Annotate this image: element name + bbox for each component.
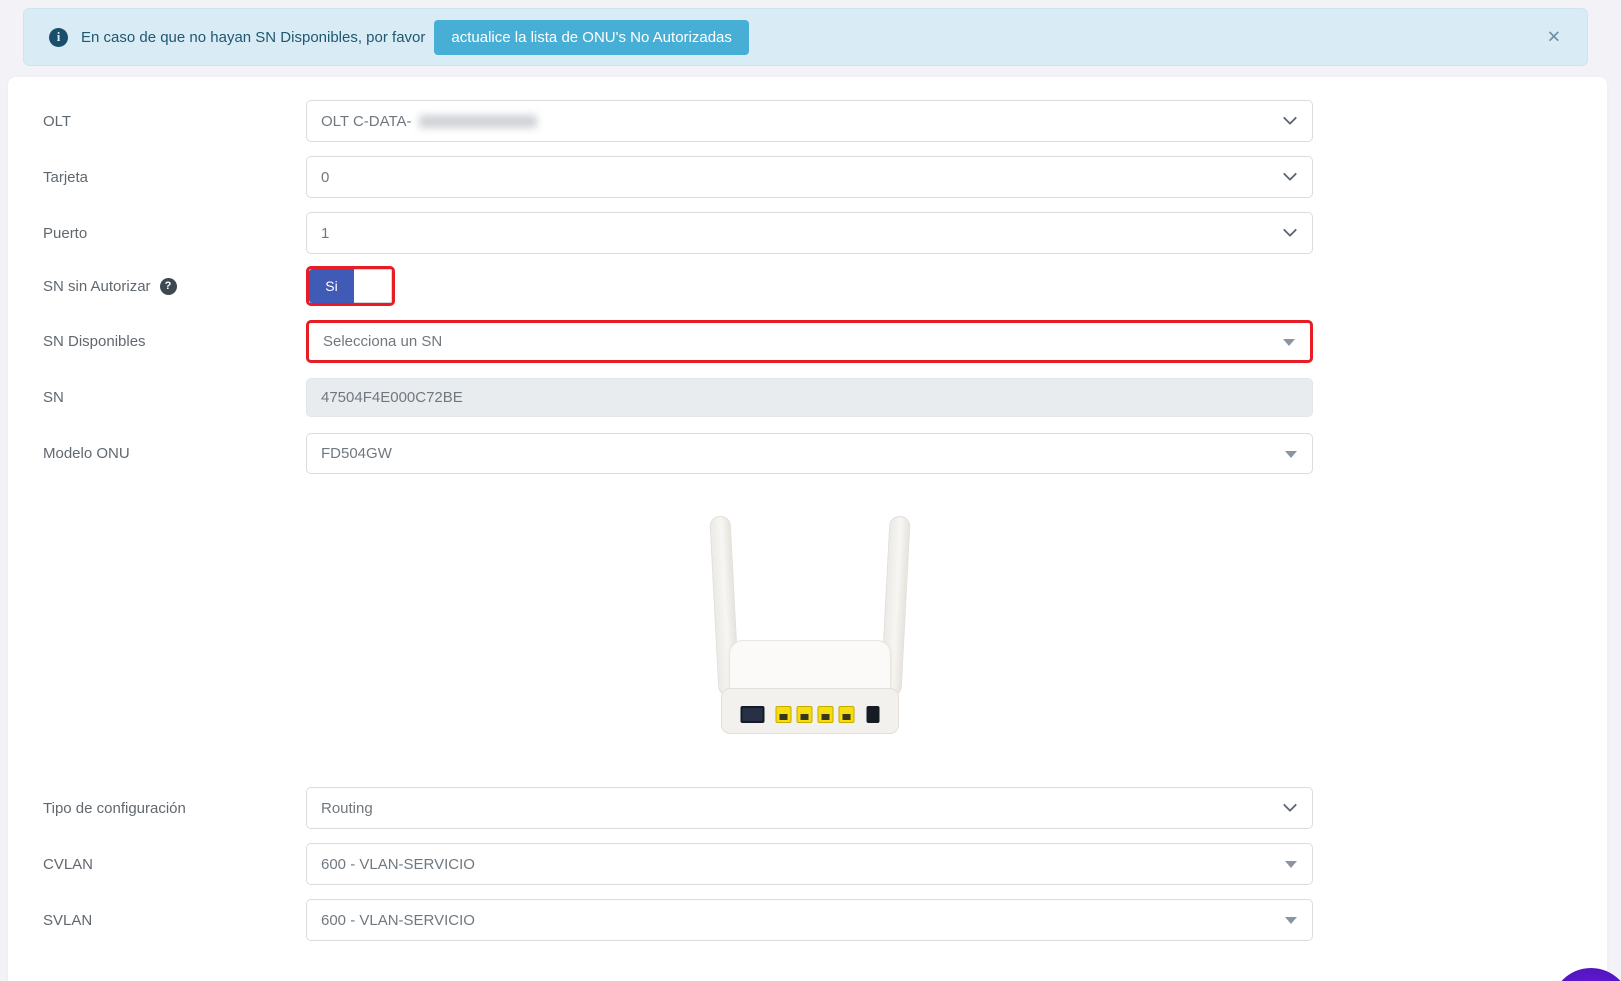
chevron-down-icon [1283, 167, 1297, 181]
router-base [721, 688, 899, 734]
svlan-value: 600 - VLAN-SERVICIO [321, 912, 475, 929]
dropdown-arrow-icon [1285, 917, 1297, 924]
puerto-select-value: 1 [321, 225, 329, 242]
form-row-sn: SN 47504F4E000C72BE [8, 378, 1607, 417]
field-label-sn-disponibles: SN Disponibles [43, 320, 146, 363]
redacted-blurred-text [419, 115, 537, 128]
svlan-select[interactable]: 600 - VLAN-SERVICIO [306, 899, 1313, 941]
help-question-icon[interactable]: ? [160, 278, 177, 295]
power-port [867, 706, 880, 723]
ethernet-port [797, 706, 813, 723]
info-alert-banner: i En caso de que no hayan SN Disponibles… [23, 8, 1588, 66]
tarjeta-select[interactable]: 0 [306, 156, 1313, 198]
tipo-configuracion-value: Routing [321, 800, 373, 817]
sfp-port [741, 706, 765, 723]
form-row-tipo-configuracion: Tipo de configuración Routing [8, 787, 1607, 829]
form-row-modelo-onu: Modelo ONU FD504GW [8, 433, 1607, 474]
toggle-on-label: Si [309, 269, 354, 303]
ethernet-port [839, 706, 855, 723]
onu-product-image [698, 514, 922, 738]
olt-select[interactable]: OLT C-DATA- [306, 100, 1313, 142]
update-onu-list-button[interactable]: actualice la lista de ONU's No Autorizad… [434, 20, 749, 55]
form-row-olt: OLT OLT C-DATA- [8, 100, 1607, 142]
ethernet-port [818, 706, 834, 723]
olt-select-value: OLT C-DATA- [321, 113, 412, 130]
field-label-cvlan: CVLAN [43, 843, 93, 885]
form-card: OLT OLT C-DATA- Tarjeta 0 Puerto 1 SN si… [8, 77, 1607, 981]
sn-readonly-input: 47504F4E000C72BE [306, 378, 1313, 417]
modelo-onu-value: FD504GW [321, 445, 392, 462]
chevron-down-icon [1283, 223, 1297, 237]
router-ports [741, 706, 880, 723]
sn-disponibles-placeholder: Selecciona un SN [323, 333, 442, 350]
dropdown-arrow-icon [1283, 339, 1295, 346]
modelo-onu-select[interactable]: FD504GW [306, 433, 1313, 474]
field-label-text: SN sin Autorizar [43, 278, 151, 295]
field-label-tipo-configuracion: Tipo de configuración [43, 787, 186, 829]
sn-sin-autorizar-toggle[interactable]: Si [306, 266, 395, 306]
alert-message: En caso de que no hayan SN Disponibles, … [81, 29, 425, 46]
field-label-tarjeta: Tarjeta [43, 156, 88, 198]
form-row-sn-sin-autorizar: SN sin Autorizar ? Si [8, 266, 1607, 306]
chevron-down-icon [1283, 798, 1297, 812]
form-row-tarjeta: Tarjeta 0 [8, 156, 1607, 198]
field-label-modelo-onu: Modelo ONU [43, 433, 130, 474]
toggle-off-half [354, 269, 392, 303]
field-label-olt: OLT [43, 100, 71, 142]
puerto-select[interactable]: 1 [306, 212, 1313, 254]
field-label-sn-sin-autorizar: SN sin Autorizar ? [43, 266, 177, 306]
cvlan-value: 600 - VLAN-SERVICIO [321, 856, 475, 873]
field-label-puerto: Puerto [43, 212, 87, 254]
sn-disponibles-select[interactable]: Selecciona un SN [306, 320, 1313, 363]
sn-value: 47504F4E000C72BE [321, 389, 463, 406]
tipo-configuracion-select[interactable]: Routing [306, 787, 1313, 829]
tarjeta-select-value: 0 [321, 169, 329, 186]
form-row-sn-disponibles: SN Disponibles Selecciona un SN [8, 320, 1607, 363]
field-label-svlan: SVLAN [43, 899, 92, 941]
field-label-sn: SN [43, 378, 64, 417]
ethernet-port [776, 706, 792, 723]
dropdown-arrow-icon [1285, 861, 1297, 868]
info-icon: i [49, 28, 68, 47]
chevron-down-icon [1283, 111, 1297, 125]
close-icon[interactable]: ✕ [1541, 23, 1567, 52]
form-row-puerto: Puerto 1 [8, 212, 1607, 254]
dropdown-arrow-icon [1285, 451, 1297, 458]
cvlan-select[interactable]: 600 - VLAN-SERVICIO [306, 843, 1313, 885]
form-row-cvlan: CVLAN 600 - VLAN-SERVICIO [8, 843, 1607, 885]
form-row-svlan: SVLAN 600 - VLAN-SERVICIO [8, 899, 1607, 941]
